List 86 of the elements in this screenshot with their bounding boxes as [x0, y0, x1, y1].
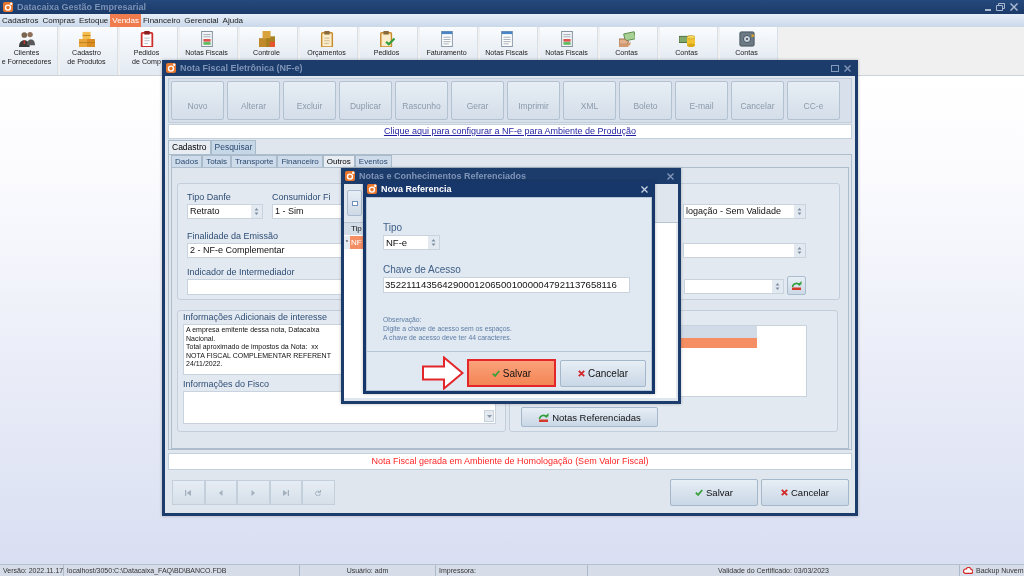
menu-item[interactable]: Ajuda — [220, 14, 246, 27]
boxes-icon — [258, 31, 275, 47]
icon-button[interactable] — [787, 276, 806, 295]
dropdown[interactable]: logação - Sem Validade — [683, 204, 806, 219]
menu-item[interactable]: Cadastros — [0, 14, 41, 27]
restore-icon[interactable] — [996, 3, 1005, 11]
notas-button[interactable]: Notas Referenciadas — [521, 407, 658, 427]
close-icon[interactable] — [844, 64, 851, 72]
cloud-icon — [963, 567, 973, 574]
field-label: Informações Adicionais de interesse — [183, 312, 328, 323]
close-icon[interactable] — [667, 172, 674, 180]
field-label: Tipo — [383, 222, 403, 234]
spinner-icon — [251, 205, 262, 218]
document-icon — [438, 31, 455, 47]
menu-item[interactable]: Estoque — [76, 14, 111, 27]
page-icon — [351, 200, 358, 206]
dropdown[interactable]: Retrato — [187, 204, 263, 219]
dropdown[interactable]: 2 - NF-e Complementar — [187, 243, 344, 258]
spinner-icon — [428, 236, 439, 249]
tab[interactable]: Transporte — [231, 155, 278, 167]
clipboard-check-icon — [378, 31, 395, 47]
save-button[interactable]: Salvar — [670, 479, 758, 506]
tab[interactable]: Totais — [202, 155, 232, 167]
cancel-button[interactable]: Cancelar — [560, 359, 646, 387]
minimize-icon[interactable] — [985, 8, 991, 11]
arc-arrow-icon — [791, 281, 802, 290]
window-title: Datacaixa Gestão Empresarial — [17, 1, 147, 13]
dropdown[interactable]: 1 - Sim — [272, 204, 344, 219]
spinner-icon — [772, 279, 783, 293]
app-logo-icon — [166, 63, 176, 73]
field-label: Consumidor Fi — [272, 192, 331, 203]
window-title: Notas e Conhecimentos Referenciados — [359, 170, 527, 182]
config-link[interactable]: Clique aqui para configurar a NF-e para Ambiente de Produção — [383, 126, 637, 137]
caret-left-icon — [217, 489, 224, 496]
hand-with-bill-icon — [618, 31, 635, 47]
check-icon — [695, 489, 704, 496]
field-label: Indicador de Intermediador — [187, 267, 295, 278]
arc-arrow-icon — [538, 412, 550, 422]
maximize-icon[interactable] — [831, 64, 839, 72]
people-icon — [18, 31, 35, 47]
tab[interactable]: Financeiro — [277, 155, 323, 167]
window-title: Nota Fiscal Eletrônica (NF-e) — [180, 62, 303, 74]
tab[interactable]: Outros — [322, 155, 355, 167]
field-label: Tipo Danfe — [187, 192, 231, 203]
refresh-icon — [315, 489, 322, 496]
text-field[interactable]: 35221114356429000120650010000047921137658116 — [383, 277, 630, 293]
dropdown[interactable]: NF-e — [383, 235, 440, 250]
cross-icon — [781, 489, 788, 496]
app-logo-icon — [345, 171, 355, 181]
menu-item[interactable]: Compras — [40, 14, 77, 27]
tab[interactable]: Dados — [171, 155, 203, 167]
boxes-icon — [78, 31, 95, 47]
menu-item[interactable]: Financeiro — [141, 14, 183, 27]
field-label: Finalidade da Emissão — [187, 231, 279, 242]
close-icon[interactable] — [1010, 3, 1018, 11]
document-icon — [498, 31, 515, 47]
document-icon — [558, 31, 575, 47]
document-icon — [198, 31, 215, 47]
cancel-button[interactable]: Cancelar — [761, 479, 849, 506]
column-header[interactable]: Tip — [350, 223, 363, 235]
toolbar-button[interactable] — [347, 190, 362, 216]
tab[interactable]: Pesquisar — [210, 140, 257, 154]
skip-back-icon — [185, 489, 192, 496]
caret-down-icon — [486, 414, 492, 418]
cross-icon — [578, 369, 585, 377]
scroll-button[interactable] — [484, 410, 494, 422]
window-title: Nova Referencia — [381, 183, 452, 195]
spinner-icon — [794, 244, 805, 257]
app-logo-icon — [3, 2, 13, 12]
app-logo-icon — [367, 184, 377, 194]
field-label: Informações do Fisco — [183, 379, 270, 390]
menu-item[interactable]: Gerencial — [182, 14, 221, 27]
skip-forward-icon — [282, 489, 289, 496]
clipboard-icon — [138, 31, 155, 47]
check-icon — [491, 369, 500, 377]
notice-text: Nota Fiscal gerada em Ambiente de Homologação (Sem Valor Fiscal) — [168, 453, 852, 470]
spinner-icon — [794, 205, 805, 218]
field-label: Chave de Acesso — [383, 264, 461, 276]
clipboard-icon — [318, 31, 335, 47]
safe-icon — [738, 31, 755, 47]
close-icon[interactable] — [641, 185, 648, 193]
text-field[interactable] — [187, 279, 344, 295]
tab[interactable]: Cadastro — [168, 140, 211, 154]
save-button[interactable]: Salvar — [467, 359, 556, 387]
caret-right-icon — [250, 489, 257, 496]
tab[interactable]: Eventos — [354, 155, 392, 167]
